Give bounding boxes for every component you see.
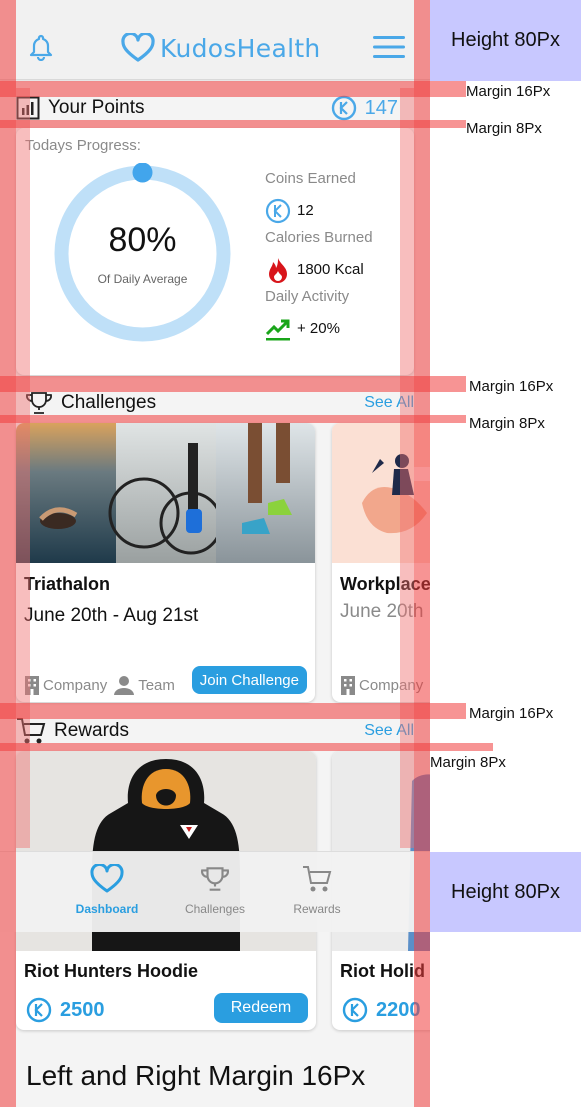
challenge-date: June 20th - Aug 21st — [24, 605, 199, 626]
challenges-see-all[interactable]: See All — [364, 394, 414, 412]
progress-subtitle: Of Daily Average — [97, 272, 188, 286]
building-icon — [341, 676, 355, 695]
top-height-annotation: Height 80Px — [430, 0, 581, 81]
coin-icon — [265, 198, 291, 224]
company-tag-label: Company — [359, 676, 424, 694]
app-logo: KudosHealth — [120, 33, 321, 63]
progress-percent: 80% — [108, 221, 177, 259]
join-challenge-button[interactable]: Join Challenge — [191, 666, 307, 694]
challenges-header: Challenges See All — [25, 391, 414, 415]
nav-item-dashboard[interactable]: Dashboard — [62, 864, 152, 916]
flame-icon — [265, 257, 291, 283]
company-tag: Company — [24, 675, 107, 695]
calories-label: Calories Burned — [265, 229, 373, 246]
rewards-title: Rewards — [54, 720, 129, 741]
margin-label: Margin 16Px — [469, 705, 554, 722]
margin-label: Margin 8Px — [430, 754, 506, 771]
challenge-card[interactable]: Triathalon June 20th - Aug 21st Company … — [16, 423, 315, 702]
side-margin-note: Left and Right Margin 16Px — [26, 1060, 366, 1091]
reward-price: 2500 — [26, 997, 105, 1023]
reward-title: Riot Hunters Hoodie — [24, 961, 198, 981]
activity-value: + 20% — [297, 320, 340, 337]
reward-price: 2200 — [342, 997, 421, 1023]
daily-stats: Coins Earned 12 Calories Burned 1800 Kca… — [265, 170, 373, 347]
nav-label: Challenges — [184, 902, 246, 916]
margin-label: Margin 8Px — [466, 120, 542, 137]
trending-up-icon — [265, 316, 291, 342]
activity-label: Daily Activity — [265, 288, 350, 305]
calories-row: 1800 Kcal — [265, 251, 373, 288]
heart-logo-icon — [121, 33, 155, 62]
coins-value: 12 — [297, 202, 314, 219]
coin-icon — [331, 95, 356, 121]
margin-label: Margin 16Px — [466, 83, 551, 100]
challenge-image — [332, 423, 430, 563]
challenge-title: Workplace — [340, 574, 430, 594]
coins-row: 12 — [265, 192, 373, 229]
nav-item-challenges[interactable]: Challenges — [170, 864, 260, 916]
rewards-header: Rewards See All — [16, 718, 414, 744]
heart-icon — [62, 864, 152, 894]
coin-icon — [26, 997, 52, 1023]
bottom-navigation: Dashboard Challenges Rewards — [0, 851, 430, 932]
reward-price-value: 2500 — [60, 998, 105, 1021]
person-icon — [114, 676, 135, 695]
activity-row: + 20% — [265, 310, 373, 347]
progress-ring-marker — [132, 163, 153, 183]
points-balance: 147 — [331, 95, 398, 121]
team-tag: Team — [113, 675, 175, 695]
coins-label: Coins Earned — [265, 170, 356, 187]
bottom-height-annotation: Height 80Px — [430, 852, 581, 932]
challenges-title: Challenges — [61, 392, 157, 413]
top-app-bar: KudosHealth — [0, 0, 430, 80]
team-tag-label: Team — [138, 676, 175, 694]
hamburger-menu-icon[interactable] — [373, 35, 405, 64]
progress-card: Todays Progress: 80% Of Daily Average Co… — [16, 128, 414, 375]
building-icon — [25, 676, 39, 695]
calories-value: 1800 Kcal — [297, 261, 364, 278]
points-header: Your Points 147 — [16, 95, 414, 121]
bar-chart-icon — [16, 96, 40, 120]
margin-label: Margin 8Px — [469, 415, 545, 432]
points-value: 147 — [364, 96, 398, 119]
trophy-icon — [170, 864, 260, 894]
nav-label: Rewards — [293, 902, 341, 916]
company-tag: Company — [340, 675, 423, 695]
bottom-height-label: Height 80Px — [451, 880, 560, 903]
points-title: Your Points — [48, 97, 145, 118]
nav-item-rewards[interactable]: Rewards — [272, 864, 362, 916]
cart-icon — [17, 718, 46, 744]
coin-icon — [342, 997, 368, 1023]
challenge-tags: Company — [340, 675, 429, 695]
redeem-button[interactable]: Redeem — [214, 993, 308, 1023]
challenge-date: June 20th — [340, 601, 424, 622]
challenge-tags: Company Team — [24, 675, 181, 695]
reward-title: Riot Holid — [340, 961, 425, 981]
margin-label: Margin 16Px — [469, 378, 554, 395]
trophy-icon — [26, 392, 52, 414]
cart-icon — [272, 864, 362, 894]
company-tag-label: Company — [43, 676, 108, 694]
challenge-image — [16, 423, 315, 563]
app-screen: KudosHealth Your Points 147 Todays Progr… — [0, 0, 430, 1107]
bell-icon[interactable] — [27, 33, 55, 66]
top-height-label: Height 80Px — [451, 29, 560, 51]
reward-price-value: 2200 — [376, 998, 421, 1021]
app-name: KudosHealth — [160, 33, 321, 63]
nav-label: Dashboard — [75, 902, 139, 916]
challenge-title: Triathalon — [24, 574, 111, 594]
challenge-card[interactable]: Workplace June 20th Company — [332, 423, 430, 702]
progress-label: Todays Progress: — [25, 137, 141, 154]
rewards-see-all[interactable]: See All — [364, 722, 414, 740]
